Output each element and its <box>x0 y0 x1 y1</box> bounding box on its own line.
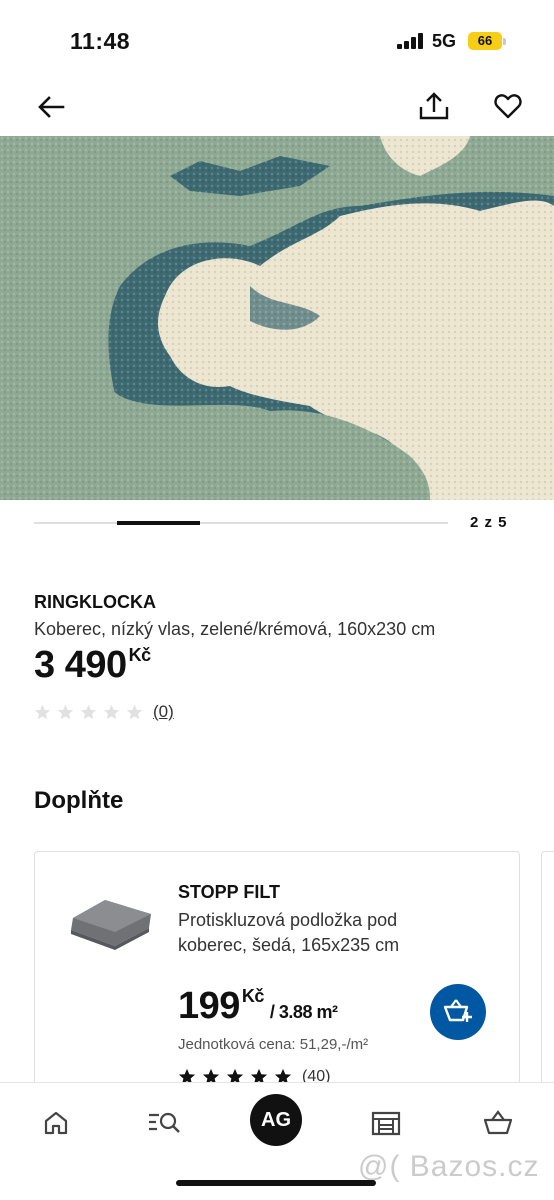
card-product-name: STOPP FILT <box>178 882 281 902</box>
signal-icon <box>397 33 423 49</box>
product-thumbnail <box>71 900 151 950</box>
home-icon <box>44 1111 68 1135</box>
network-label: 5G <box>432 31 457 51</box>
status-time: 11:48 <box>70 28 131 54</box>
cart-icon <box>483 1110 513 1135</box>
product-price: 3 490 Kč <box>34 644 151 687</box>
add-to-cart-icon <box>443 999 472 1022</box>
product-rating[interactable]: (0) <box>34 702 174 722</box>
star-icon <box>80 704 97 719</box>
home-indicator[interactable] <box>176 1180 376 1186</box>
card-price: 199 Kč/ 3.88 m² <box>178 985 338 1028</box>
product-price-currency: Kč <box>128 645 152 665</box>
card-product-description: Protiskluzová podložka pod koberec, šedá… <box>178 910 400 955</box>
search-icon <box>149 1112 180 1133</box>
battery-cap <box>503 38 506 45</box>
battery-icon: 66 <box>468 32 502 50</box>
top-nav <box>0 80 554 136</box>
star-icon <box>103 704 120 719</box>
product-description: Koberec, nízký vlas, zelené/krémová, 160… <box>34 619 436 639</box>
heart-icon <box>494 94 522 119</box>
card-price-currency: Kč <box>241 986 265 1006</box>
product-name: RINGKLOCKA <box>34 592 156 612</box>
back-button[interactable] <box>34 90 68 124</box>
store-icon <box>371 1111 401 1136</box>
share-button[interactable] <box>416 88 452 124</box>
nav-cart[interactable] <box>478 1103 518 1143</box>
add-to-cart-button[interactable] <box>430 984 486 1040</box>
product-price-value: 3 490 <box>34 644 127 686</box>
arrow-left-icon <box>38 96 65 118</box>
card-price-unit: / 3.88 m² <box>269 1002 338 1022</box>
nav-stores[interactable] <box>366 1103 406 1143</box>
star-icon <box>126 704 143 719</box>
favourite-button[interactable] <box>490 88 526 124</box>
product-image[interactable] <box>0 136 554 500</box>
rating-count-link[interactable]: (0) <box>153 702 174 722</box>
card-unit-price: Jednotková cena: 51,29,-/m² <box>178 1036 369 1053</box>
star-icon <box>34 704 51 719</box>
star-icon <box>57 704 74 719</box>
status-bar: 11:48 5G 66 <box>0 0 554 80</box>
gallery-progress-indicator <box>117 521 200 525</box>
avatar[interactable]: AG <box>250 1094 302 1146</box>
watermark: @( Bazos.cz <box>358 1150 540 1183</box>
nav-home[interactable] <box>36 1103 76 1143</box>
nav-search[interactable] <box>144 1103 184 1143</box>
card-price-value: 199 <box>178 985 240 1027</box>
share-icon <box>419 92 449 120</box>
rating-stars <box>34 704 143 721</box>
section-title-complement: Doplňte <box>34 787 124 814</box>
gallery-progress-track <box>34 522 448 524</box>
gallery-counter: 2 z 5 <box>470 514 508 531</box>
